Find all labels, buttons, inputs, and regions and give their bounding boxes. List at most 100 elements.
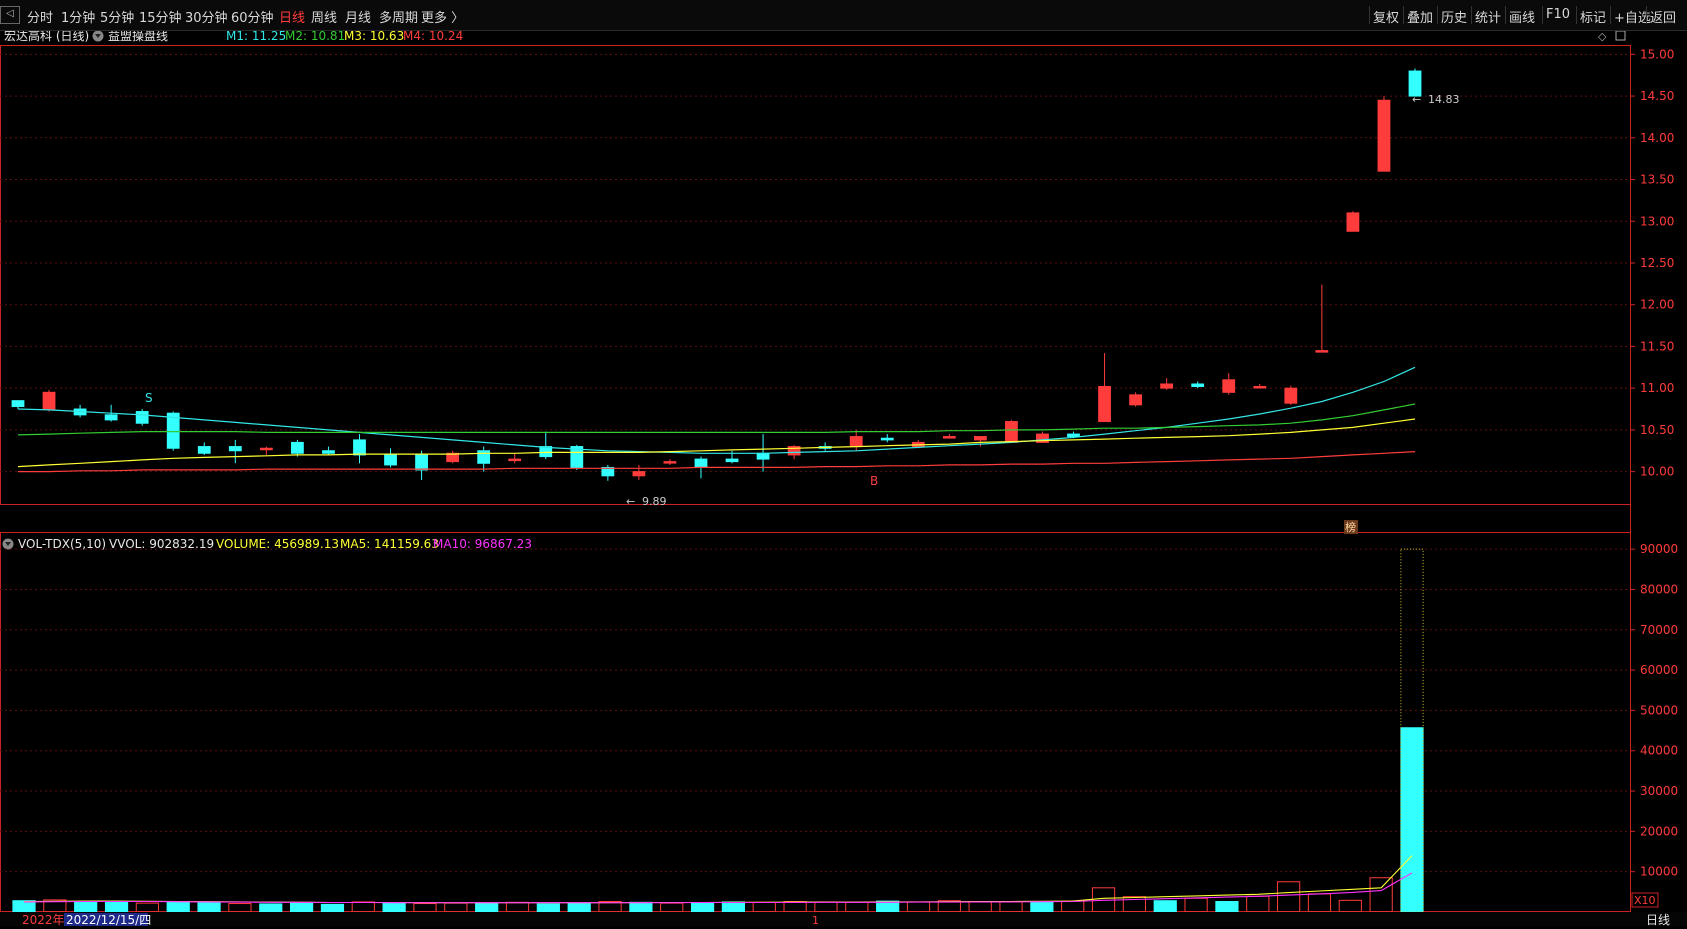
diamond-icon[interactable]: ◇ xyxy=(1598,30,1607,43)
y-tick-label: 14.50 xyxy=(1640,89,1674,103)
candlestick-series[interactable] xyxy=(11,68,1422,481)
volume-bar xyxy=(752,901,776,913)
period-tab-0[interactable]: 分时 xyxy=(27,7,53,26)
volume-bar xyxy=(104,901,129,913)
volume-bars[interactable] xyxy=(12,548,1424,913)
ma10-value: MA10: 96867.23 xyxy=(433,537,532,551)
period-tab-8[interactable]: 月线 xyxy=(345,7,371,26)
candle-body xyxy=(1315,350,1329,353)
year-label: 2022年 xyxy=(22,913,65,926)
candle-body xyxy=(197,446,211,454)
toolbar-button-3[interactable]: 统计 xyxy=(1475,7,1501,26)
toolbar-button-1[interactable]: 叠加 xyxy=(1407,7,1433,26)
volume-bar xyxy=(166,901,190,913)
toolbar-separator xyxy=(1437,6,1438,24)
period-tab-9[interactable]: 多周期 xyxy=(379,7,418,26)
volume-bar xyxy=(968,901,992,913)
volume-bar xyxy=(12,900,36,913)
toolbar-button-5[interactable]: F10 xyxy=(1546,7,1570,22)
candle-body xyxy=(259,447,273,451)
period-label[interactable]: 日线 xyxy=(1646,913,1670,927)
indicator-name[interactable]: 益盟操盘线 xyxy=(108,28,168,43)
candle-body xyxy=(322,450,335,454)
list-badge[interactable]: 榜 xyxy=(1345,520,1356,534)
period-tab-1[interactable]: 1分钟 xyxy=(61,7,95,26)
high-price-label: 14.83 xyxy=(1428,93,1460,106)
ma-legend-item-2: M2: 10.81 xyxy=(285,31,345,43)
volume-bar xyxy=(1215,901,1239,913)
volume-bar xyxy=(1277,881,1301,913)
y-tick-label: 10.50 xyxy=(1640,423,1674,437)
y-tick-label: 40000 xyxy=(1640,744,1678,758)
back-arrow-icon[interactable]: ◁ xyxy=(0,6,20,24)
volume-bar xyxy=(814,901,838,913)
volume-bar xyxy=(999,901,1023,913)
stock-title[interactable]: 宏达高科 (日线) xyxy=(4,28,89,43)
candle-body xyxy=(1098,385,1111,423)
buy-signal: B xyxy=(870,474,878,488)
volume-bar xyxy=(197,902,221,913)
volume-bar xyxy=(629,901,653,913)
y-tick-label: 80000 xyxy=(1640,582,1678,596)
period-tab-5[interactable]: 60分钟 xyxy=(231,7,274,26)
high-arrow-icon: ← xyxy=(1412,93,1421,106)
volume-bar xyxy=(444,902,468,913)
period-tab-3[interactable]: 15分钟 xyxy=(139,7,182,26)
period-tab-7[interactable]: 周线 xyxy=(311,7,337,26)
panel-window-icon[interactable] xyxy=(1615,30,1626,41)
toolbar-separator xyxy=(1576,6,1577,24)
candle-body xyxy=(942,436,956,439)
volume-bar xyxy=(74,901,98,913)
volume-bar xyxy=(783,901,807,913)
candle-body xyxy=(477,450,491,464)
candle-body xyxy=(1160,383,1174,389)
low-arrow-icon: ← xyxy=(626,495,635,508)
candle-body xyxy=(1005,421,1018,443)
y-tick-label: 10000 xyxy=(1640,865,1678,879)
period-tab-6[interactable]: 日线 xyxy=(279,7,305,26)
ma-legend: M1: 11.25M2: 10.81M3: 10.63M4: 10.24 xyxy=(226,29,463,43)
candle-body xyxy=(756,452,770,460)
month-marker: 1 xyxy=(812,914,819,926)
toolbar-button-6[interactable]: 标记 xyxy=(1580,7,1606,26)
volume-bar xyxy=(228,903,252,913)
ma-legend-item-1: M1: 11.25 xyxy=(226,31,286,43)
volume-ma-lines xyxy=(23,855,1413,904)
candle-body xyxy=(415,454,428,471)
toolbar-separator xyxy=(1610,6,1611,24)
toolbar-button-2[interactable]: 历史 xyxy=(1441,7,1467,26)
chart-area[interactable]: 宏达高科 (日线) 益盟操盘线 M1: 11.25 M2: 10.81 M3: 10… xyxy=(0,28,1687,927)
period-tab-10[interactable]: 更多 〉 xyxy=(421,7,464,26)
y-tick-label: 20000 xyxy=(1640,824,1678,838)
volume-ma5-line xyxy=(23,855,1413,904)
toolbar-button-0[interactable]: 复权 xyxy=(1373,7,1399,26)
toolbar-button-8[interactable]: 返回 xyxy=(1650,7,1676,26)
date-label: 2022/12/15/四 xyxy=(66,913,151,926)
toolbar-separator xyxy=(1505,6,1506,24)
volume-bar xyxy=(1184,897,1208,913)
ma-lines xyxy=(17,366,1416,473)
period-toolbar: ◁ 分时 1分钟 5分钟 15分钟 30分钟 60分钟 日线 周线 月线 多周期 更多 〉 复权 叠加… xyxy=(0,0,1687,31)
y-tick-label: 11.00 xyxy=(1640,381,1674,395)
volume-bar xyxy=(1061,900,1085,913)
candle-body xyxy=(632,471,646,477)
candle-body xyxy=(135,411,149,424)
main-y-axis: 15.00 14.50 14.00 13.50 13.00 12.50 12.00 11.50… xyxy=(1630,47,1674,479)
candle-body xyxy=(725,458,739,463)
candle-body xyxy=(42,391,56,410)
ma5-value: MA5: 141159.63 xyxy=(340,537,439,551)
ma-line-m1 xyxy=(17,366,1416,454)
y-tick-label: 70000 xyxy=(1640,623,1678,637)
period-tab-2[interactable]: 5分钟 xyxy=(100,7,134,26)
volume-bar xyxy=(351,901,375,913)
toolbar-button-4[interactable]: 画线 xyxy=(1509,7,1535,26)
candle-body xyxy=(1377,99,1391,172)
volume-bar xyxy=(1307,893,1332,913)
period-tab-4[interactable]: 30分钟 xyxy=(185,7,228,26)
volume-bar xyxy=(135,902,159,913)
volume-bar xyxy=(1338,899,1362,913)
volume-bar xyxy=(320,903,345,913)
volume-grid xyxy=(0,548,1630,873)
sell-signal: S xyxy=(145,391,153,405)
volume-bar xyxy=(567,902,591,913)
